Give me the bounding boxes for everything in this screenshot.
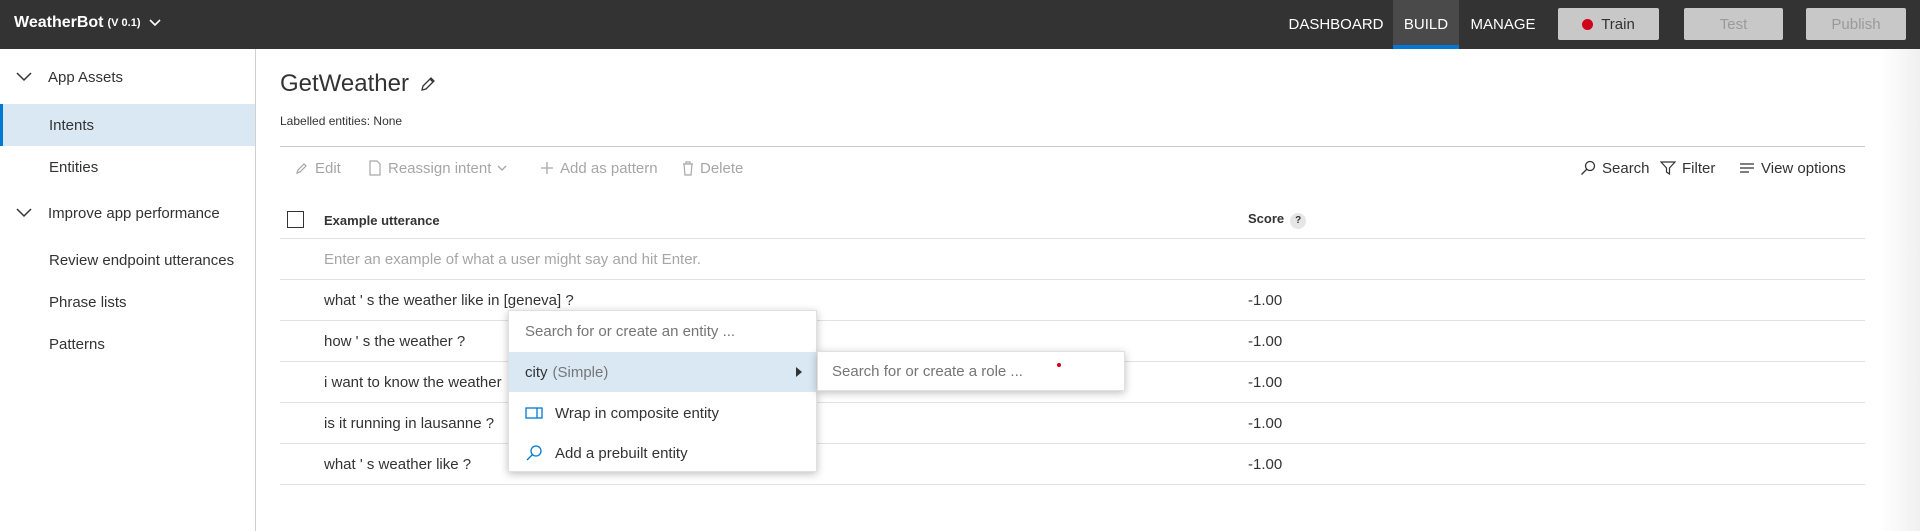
- utterance-text[interactable]: what ' s the weather like in [geneva] ?: [324, 292, 574, 309]
- entity-search-input[interactable]: [509, 311, 816, 351]
- sidebar: App Assets Intents Entities Improve app …: [0, 49, 256, 531]
- plus-icon: [541, 162, 553, 174]
- entity-option-city[interactable]: city (Simple): [509, 352, 816, 392]
- app-name: WeatherBot: [14, 14, 104, 31]
- select-all-checkbox[interactable]: [287, 211, 304, 228]
- view-options-button[interactable]: View options: [1739, 157, 1846, 179]
- required-indicator-icon: [1057, 363, 1061, 367]
- divider: [280, 146, 1865, 147]
- nav-dashboard[interactable]: DASHBOARD: [1279, 0, 1393, 49]
- search-icon: [526, 445, 542, 461]
- filter-label: Filter: [1682, 159, 1716, 177]
- column-header-utterance[interactable]: Example utterance: [324, 213, 440, 228]
- score-header-label: Score: [1248, 211, 1285, 226]
- edit-button[interactable]: Edit: [295, 157, 341, 179]
- score-value: -1.00: [1248, 415, 1283, 432]
- test-button[interactable]: Test: [1684, 8, 1783, 40]
- entity-option-type: (Simple): [552, 363, 609, 381]
- app-version: (V 0.1): [107, 17, 141, 29]
- train-status-icon: [1582, 18, 1594, 30]
- sidebar-item-entities[interactable]: Entities: [0, 146, 255, 188]
- delete-label: Delete: [700, 159, 744, 177]
- utterance-text[interactable]: is it running in lausanne ?: [324, 415, 494, 432]
- sidebar-group-improve[interactable]: Improve app performance: [0, 193, 255, 233]
- trash-icon: [683, 160, 693, 176]
- score-value: -1.00: [1248, 374, 1283, 391]
- nav-build[interactable]: BUILD: [1393, 0, 1459, 49]
- top-bar: WeatherBot (V 0.1) DASHBOARD BUILD MANAG…: [0, 0, 1920, 49]
- search-label: Search: [1602, 159, 1650, 177]
- help-icon[interactable]: ?: [1290, 213, 1307, 229]
- test-label: Test: [1719, 15, 1748, 33]
- composite-icon: [525, 407, 543, 419]
- sidebar-item-intents[interactable]: Intents: [0, 104, 255, 146]
- sidebar-group-label: Improve app performance: [48, 204, 220, 222]
- caret-right-icon: [796, 367, 802, 377]
- score-value: -1.00: [1248, 292, 1283, 309]
- chevron-down-icon: [16, 208, 32, 218]
- sidebar-item-review-endpoint[interactable]: Review endpoint utterances: [0, 239, 255, 281]
- list-icon: [1740, 163, 1754, 173]
- reassign-intent-button[interactable]: Reassign intent: [368, 157, 507, 179]
- role-submenu: [817, 351, 1125, 391]
- edit-label: Edit: [315, 159, 341, 177]
- publish-button[interactable]: Publish: [1806, 8, 1906, 40]
- delete-button[interactable]: Delete: [682, 157, 743, 179]
- sidebar-item-phrase-lists[interactable]: Phrase lists: [0, 281, 255, 323]
- score-value: -1.00: [1248, 333, 1283, 350]
- column-header-score[interactable]: Score?: [1248, 211, 1307, 229]
- reassign-label: Reassign intent: [388, 159, 492, 177]
- sidebar-item-patterns[interactable]: Patterns: [0, 323, 255, 365]
- sidebar-group-app-assets[interactable]: App Assets: [0, 57, 255, 97]
- chevron-down-icon: [497, 165, 507, 171]
- wrap-composite-option[interactable]: Wrap in composite entity: [509, 393, 816, 433]
- table-header: [280, 200, 1865, 239]
- search-button[interactable]: Search: [1580, 157, 1650, 179]
- wrap-composite-label: Wrap in composite entity: [555, 404, 719, 422]
- nav-manage[interactable]: MANAGE: [1459, 0, 1547, 49]
- entity-option-name: city: [525, 363, 548, 381]
- document-icon: [369, 160, 381, 176]
- utterance-text[interactable]: how ' s the weather ?: [324, 333, 465, 350]
- add-pattern-label: Add as pattern: [560, 159, 658, 177]
- new-utterance-input[interactable]: Enter an example of what a user might sa…: [324, 251, 701, 268]
- labelled-entities: Labelled entities: None: [280, 114, 403, 128]
- entity-menu: city (Simple) Wrap in composite entity A…: [508, 310, 817, 472]
- panel-edge-shadow: [1880, 49, 1920, 531]
- add-prebuilt-label: Add a prebuilt entity: [555, 444, 688, 462]
- publish-label: Publish: [1831, 15, 1881, 33]
- intent-name: GetWeather: [280, 70, 409, 97]
- pencil-icon[interactable]: [419, 75, 437, 93]
- pencil-icon: [296, 163, 307, 174]
- role-search-input[interactable]: [832, 352, 1052, 390]
- chevron-down-icon: [16, 72, 32, 82]
- utterance-text[interactable]: i want to know the weather: [324, 374, 502, 391]
- train-label: Train: [1601, 15, 1635, 33]
- score-value: -1.00: [1248, 456, 1283, 473]
- add-prebuilt-option[interactable]: Add a prebuilt entity: [509, 433, 816, 473]
- filter-button[interactable]: Filter: [1660, 157, 1715, 179]
- view-options-label: View options: [1761, 159, 1846, 177]
- filter-icon: [1660, 161, 1676, 176]
- app-switcher[interactable]: WeatherBot (V 0.1): [14, 14, 161, 32]
- add-as-pattern-button[interactable]: Add as pattern: [540, 157, 658, 179]
- chevron-down-icon: [148, 19, 161, 27]
- train-button[interactable]: Train: [1558, 8, 1659, 40]
- page-title: GetWeather: [280, 70, 437, 98]
- search-icon: [1581, 160, 1596, 175]
- sidebar-group-label: App Assets: [48, 68, 124, 86]
- utterance-text[interactable]: what ' s weather like ?: [324, 456, 471, 473]
